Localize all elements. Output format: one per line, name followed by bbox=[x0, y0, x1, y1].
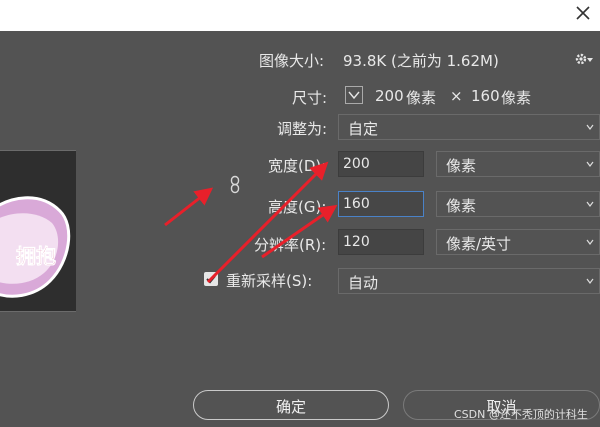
resample-value: 自动 bbox=[348, 274, 379, 292]
fit-to-label: 调整为: bbox=[277, 120, 328, 138]
arrow-to-link-icon bbox=[164, 187, 214, 227]
resample-select[interactable]: 自动 bbox=[338, 268, 600, 294]
link-icon[interactable] bbox=[229, 175, 241, 195]
arrow-to-width bbox=[206, 161, 329, 284]
watermark: CSDN @还不秃顶的计科生 bbox=[454, 408, 588, 421]
dimensions-height-unit: 像素 bbox=[501, 89, 532, 107]
resample-label: 重新采样(S): bbox=[226, 272, 313, 290]
dimensions-dropdown[interactable] bbox=[345, 86, 363, 104]
checkmark-icon bbox=[206, 275, 216, 284]
chevron-down-icon bbox=[348, 91, 360, 100]
dimensions-width-unit: 像素 bbox=[406, 89, 437, 107]
chevron-down-icon bbox=[586, 238, 594, 246]
fit-to-select[interactable]: 自定 bbox=[338, 114, 600, 140]
chevron-down-icon bbox=[586, 277, 594, 285]
resample-checkbox[interactable] bbox=[204, 272, 218, 286]
chevron-down-icon bbox=[586, 200, 594, 208]
height-input[interactable]: 160 bbox=[338, 191, 424, 217]
fit-to-value: 自定 bbox=[348, 120, 379, 138]
image-size-label: 图像大小: bbox=[259, 52, 325, 70]
preview-text: 拥抱 bbox=[16, 244, 56, 268]
image-size-value: 93.8K (之前为 1.62M) bbox=[343, 52, 499, 70]
window-titlebar bbox=[0, 0, 600, 31]
dimensions-width: 200 bbox=[375, 87, 404, 105]
height-unit-select[interactable]: 像素 bbox=[436, 191, 600, 217]
close-icon[interactable] bbox=[572, 2, 594, 24]
chevron-down-icon bbox=[586, 123, 594, 131]
dimensions-height: 160 bbox=[471, 87, 500, 105]
dimensions-label: 尺寸: bbox=[292, 89, 328, 107]
width-input[interactable]: 200 bbox=[338, 151, 424, 177]
gear-icon[interactable] bbox=[574, 51, 594, 67]
resolution-label: 分辨率(R): bbox=[254, 236, 327, 254]
height-label: 高度(G): bbox=[268, 198, 327, 216]
width-label: 宽度(D): bbox=[268, 157, 327, 175]
chevron-down-icon bbox=[586, 160, 594, 168]
width-unit-select[interactable]: 像素 bbox=[436, 151, 600, 177]
width-unit-value: 像素 bbox=[446, 157, 477, 175]
ok-button[interactable]: 确定 bbox=[193, 390, 389, 420]
resolution-unit-select[interactable]: 像素/英寸 bbox=[436, 229, 600, 255]
resolution-input[interactable]: 120 bbox=[338, 229, 424, 255]
height-unit-value: 像素 bbox=[446, 197, 477, 215]
image-preview: 拥抱 bbox=[0, 150, 76, 312]
resolution-unit-value: 像素/英寸 bbox=[446, 235, 512, 253]
dimensions-times: × bbox=[450, 87, 463, 105]
